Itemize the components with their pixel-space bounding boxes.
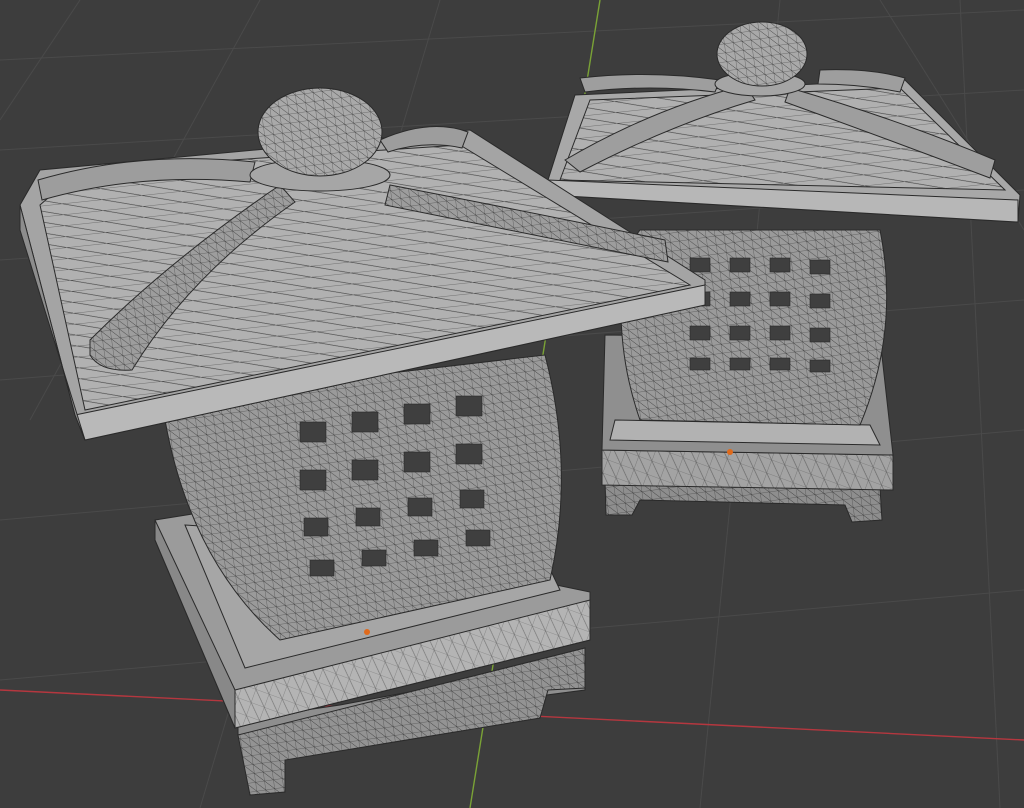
viewport-canvas[interactable] xyxy=(0,0,1024,808)
3d-viewport[interactable] xyxy=(0,0,1024,808)
object-origin xyxy=(727,449,733,455)
object-origin xyxy=(364,629,370,635)
